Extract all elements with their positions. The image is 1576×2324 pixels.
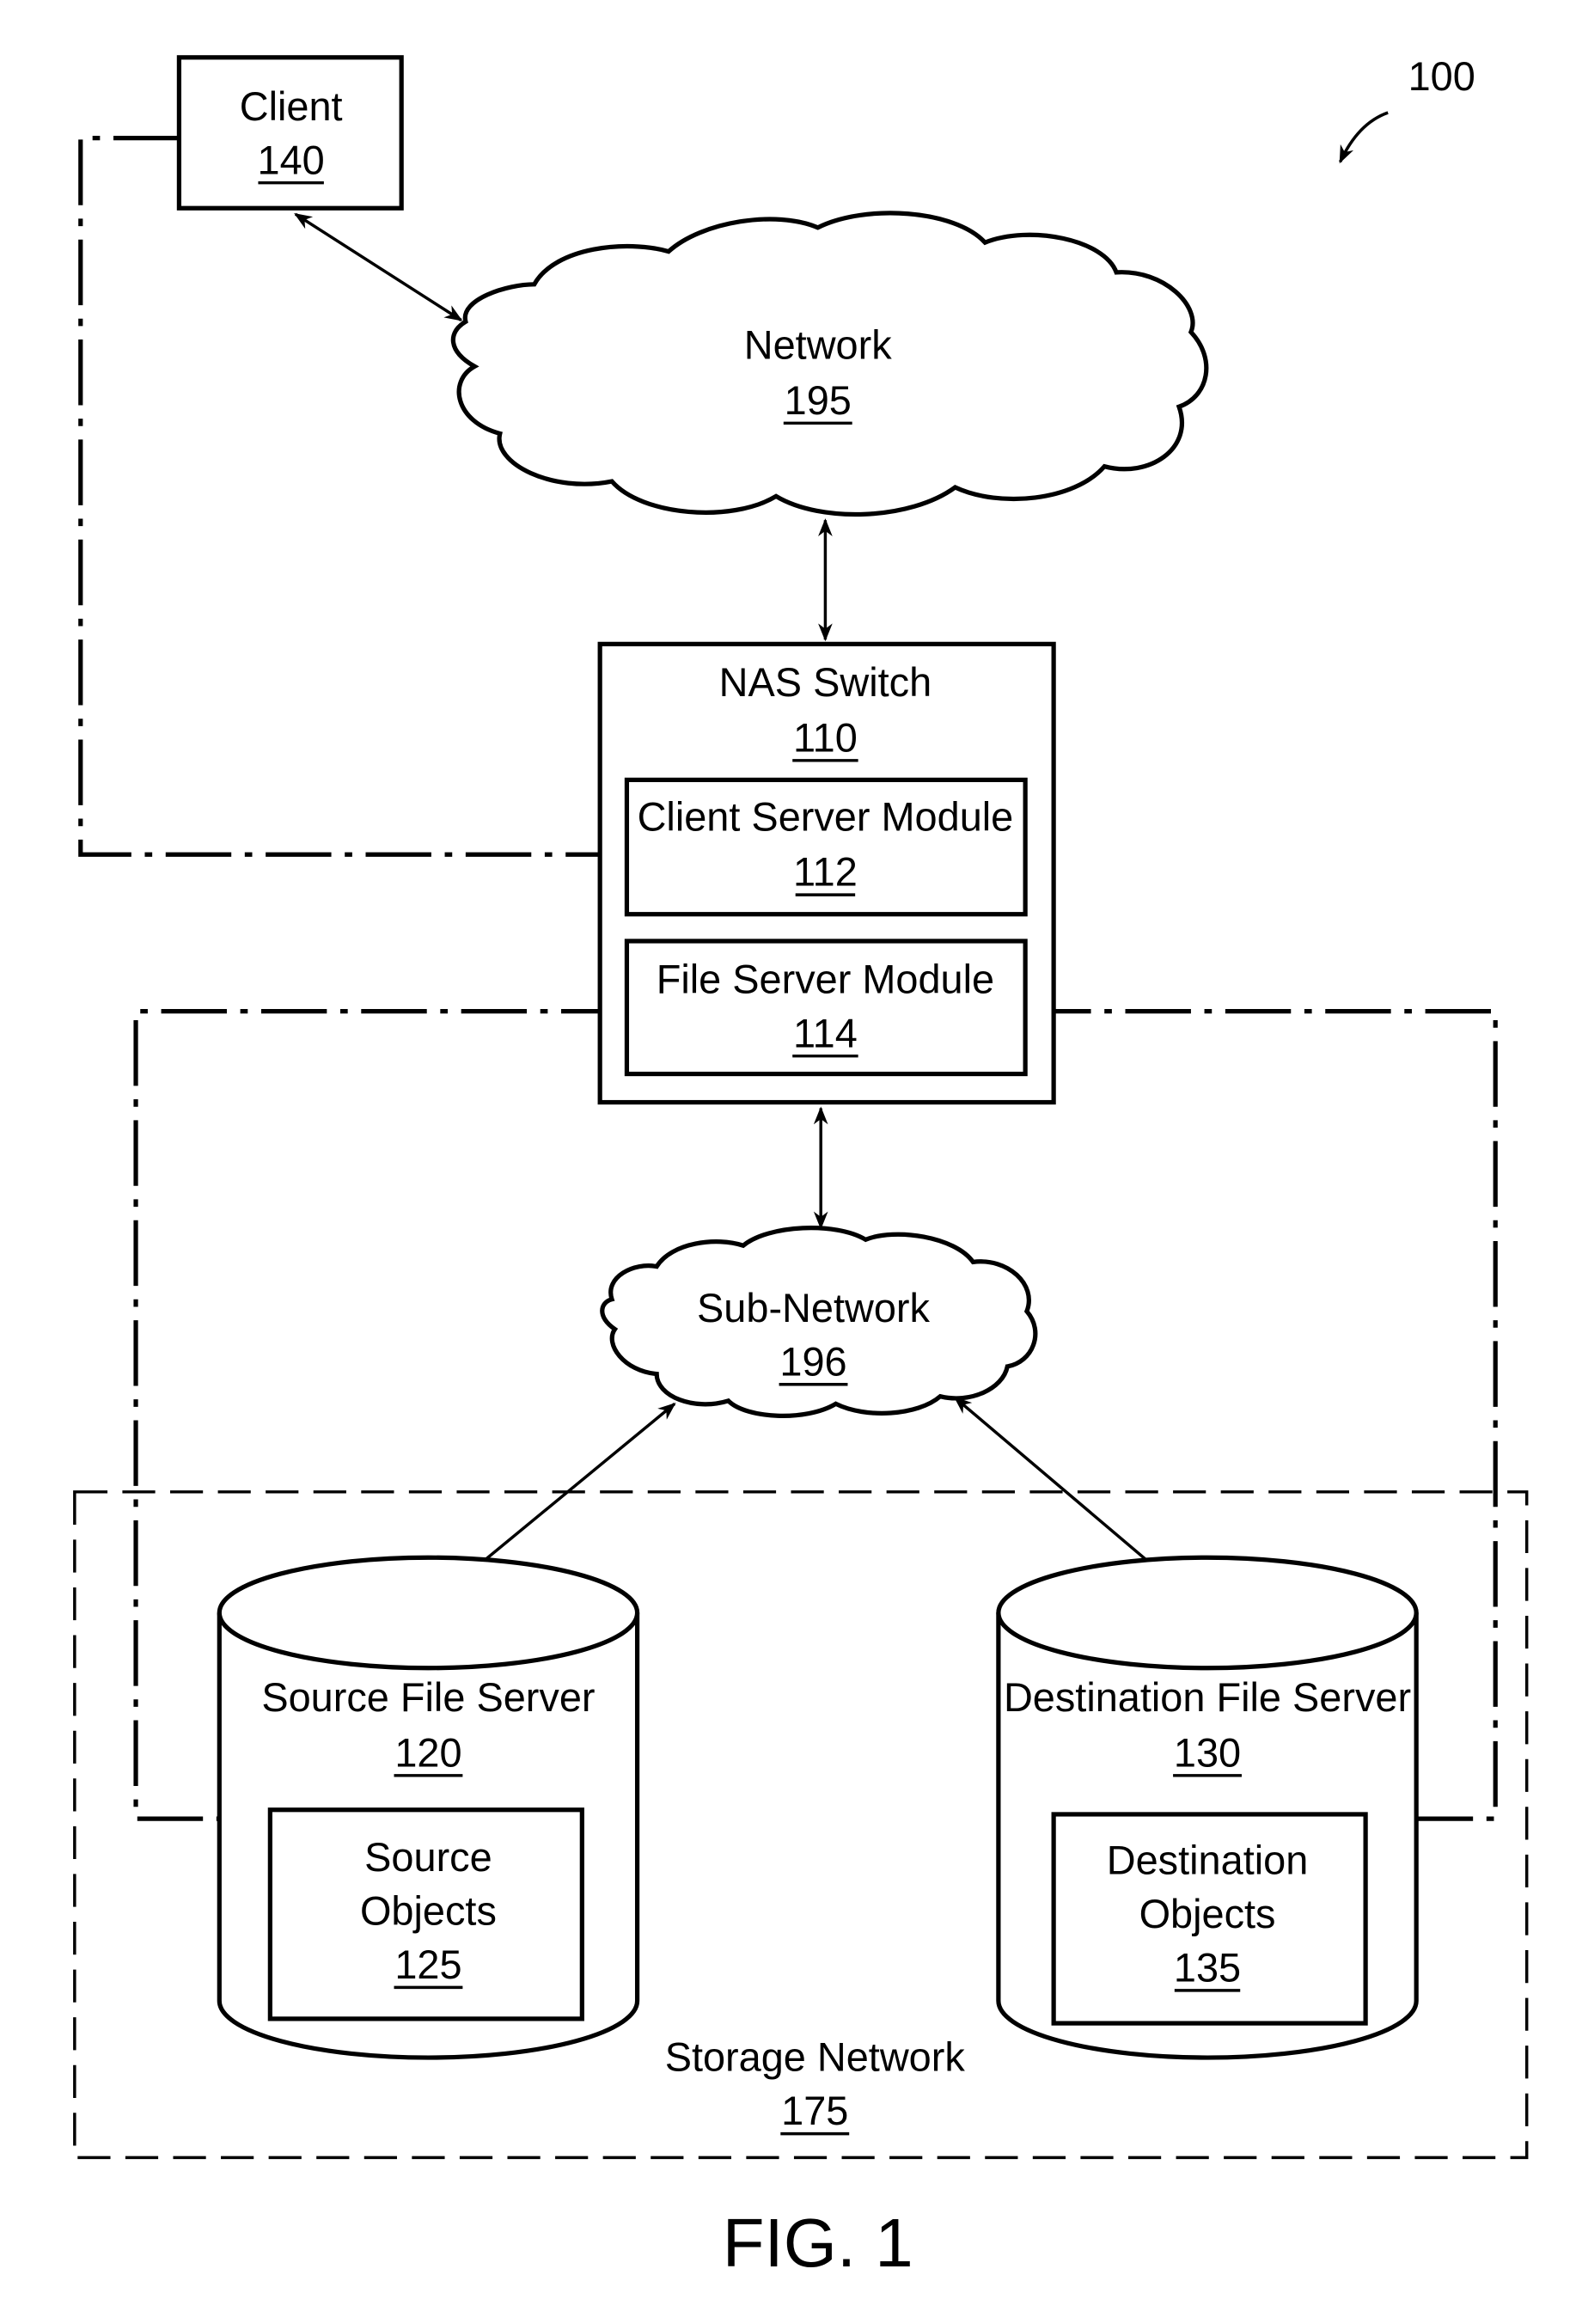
figure-caption: FIG. 1 <box>723 2205 913 2281</box>
sub-network-cloud[interactable]: Sub-Network 196 <box>600 1226 1038 1418</box>
destination-file-server-ref: 130 <box>1174 1730 1241 1775</box>
reference-arrow-icon <box>1339 111 1389 164</box>
client-to-csm-link <box>78 135 627 857</box>
destination-objects-ref: 135 <box>1174 1945 1241 1990</box>
source-objects-line2: Objects <box>360 1888 497 1933</box>
network-label: Network <box>744 323 892 368</box>
nas-switch-label: NAS Switch <box>719 660 932 705</box>
storage-network-label-group: Storage Network 175 <box>665 2035 966 2136</box>
source-file-server-node[interactable]: Source File Server 120 Source Objects 12… <box>217 1555 640 2060</box>
source-objects-ref: 125 <box>394 1942 461 1987</box>
csm-ref: 112 <box>793 850 858 895</box>
source-objects-box[interactable]: Source Objects 125 <box>267 1807 584 2021</box>
client-server-module[interactable]: Client Server Module 112 <box>624 777 1028 917</box>
client-node[interactable]: Client 140 <box>176 55 404 211</box>
destination-objects-line2: Objects <box>1139 1892 1276 1936</box>
figure-reference-number: 100 <box>1408 54 1475 99</box>
nas-switch-ref: 110 <box>793 715 858 760</box>
source-file-server-label: Source File Server <box>261 1675 595 1720</box>
storage-network-ref: 175 <box>781 2089 848 2133</box>
fsm-ref: 114 <box>793 1011 858 1055</box>
client-ref: 140 <box>258 138 325 182</box>
source-objects-line1: Source <box>364 1835 492 1880</box>
destination-objects-box[interactable]: Destination Objects 135 <box>1051 1812 1368 2026</box>
network-diagram: 100 Client 140 Network 195 NAS Switch 11… <box>73 54 1529 2281</box>
network-cloud[interactable]: Network 195 <box>450 211 1209 517</box>
nas-switch-node[interactable]: NAS Switch 110 Client Server Module 112 … <box>597 641 1056 1105</box>
sub-network-label: Sub-Network <box>697 1286 930 1330</box>
figure-reference: 100 <box>1339 54 1475 164</box>
file-server-module[interactable]: File Server Module 114 <box>624 939 1028 1077</box>
destination-file-server-label: Destination File Server <box>1004 1675 1411 1720</box>
destination-objects-line1: Destination <box>1107 1838 1309 1882</box>
network-ref: 195 <box>785 378 852 423</box>
destination-file-server-node[interactable]: Destination File Server 130 Destination … <box>996 1555 1419 2060</box>
client-network-arrow-icon <box>294 212 463 321</box>
csm-label: Client Server Module <box>638 794 1014 839</box>
source-file-server-ref: 120 <box>394 1730 461 1775</box>
client-label: Client <box>240 84 343 129</box>
storage-network-label: Storage Network <box>665 2035 966 2080</box>
fsm-label: File Server Module <box>657 957 994 1002</box>
sub-network-ref: 196 <box>779 1339 846 1384</box>
